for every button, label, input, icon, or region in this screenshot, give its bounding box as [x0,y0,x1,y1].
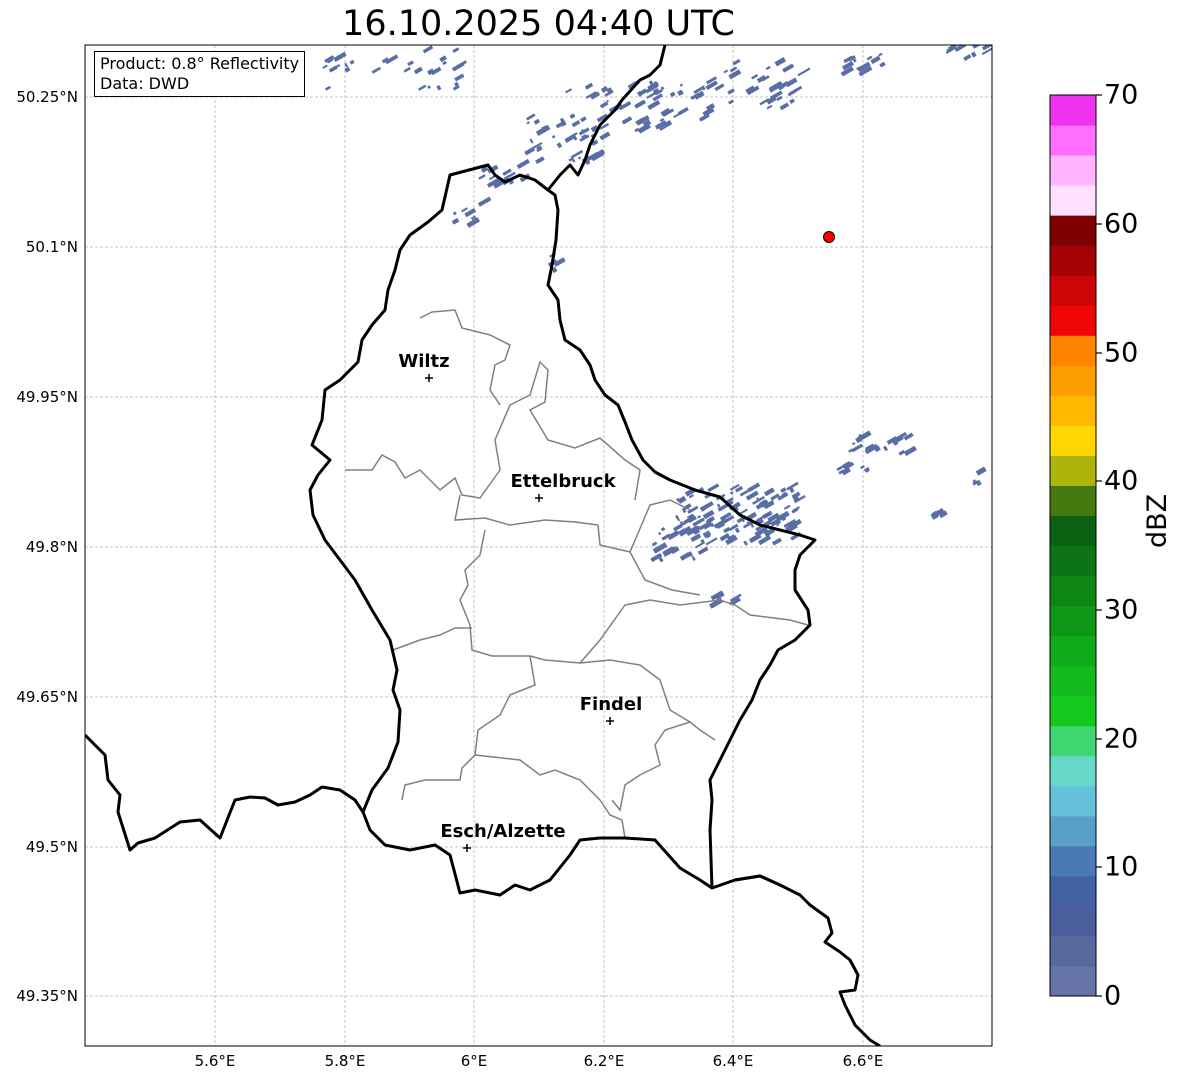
lat-tick-label: 49.95°N [16,388,78,406]
lat-tick-label: 49.5°N [25,838,78,856]
colorbar-segment [1050,155,1096,186]
colorbar-segment [1050,395,1096,426]
colorbar-segment [1050,695,1096,727]
colorbar-segment [1050,635,1096,667]
colorbar-segment [1050,125,1096,156]
colorbar-segment [1050,545,1096,577]
colorbar-segment [1050,875,1096,907]
colorbar-segment [1050,575,1096,607]
colorbar-segment [1050,215,1096,246]
colorbar-segment [1050,665,1096,697]
lat-tick-label: 49.35°N [16,987,78,1005]
colorbar-tick-label: 20 [1104,723,1139,755]
product-label: Product: 0.8° Reflectivity [100,54,300,73]
colorbar-segment [1050,815,1096,847]
colorbar-segment [1050,965,1096,997]
colorbar-tick-label: 50 [1104,337,1139,369]
map-frame-bg [85,45,992,1046]
lon-tick-label: 5.6°E [194,1052,236,1070]
colorbar-tick-label: 0 [1104,980,1122,1012]
data-source-label: Data: DWD [100,74,190,93]
colorbar-segment [1050,275,1096,306]
lat-tick-label: 50.1°N [25,238,78,256]
colorbar-segment [1050,515,1096,546]
colorbar-segment [1050,935,1096,967]
colorbar-segment [1050,95,1096,126]
colorbar-segment [1050,305,1096,336]
product-info-box: Product: 0.8° Reflectivity Data: DWD [94,51,306,97]
lat-tick-label: 49.65°N [16,688,78,706]
colorbar-segment [1050,425,1096,456]
colorbar-segment [1050,605,1096,637]
colorbar-ticks [1096,94,1102,997]
lon-tick-label: 5.8°E [324,1052,366,1070]
colorbar-segment [1050,785,1096,817]
colorbar-segment [1050,185,1096,216]
city-label-esch-alzette: Esch/Alzette [440,821,566,842]
city-label-ettelbruck: Ettelbruck [510,471,616,492]
city-label-findel: Findel [579,694,643,715]
city-label-wiltz: Wiltz [398,351,450,372]
colorbar-segment [1050,725,1096,757]
colorbar-segment [1050,845,1096,877]
lat-tick-label: 49.8°N [25,538,78,556]
radar-map [84,44,1102,1047]
colorbar-segment [1050,455,1096,486]
lon-tick-label: 6.2°E [583,1052,625,1070]
colorbar-tick-label: 70 [1104,79,1139,111]
colorbar-segment [1050,905,1096,937]
colorbar-label: dBZ [1142,493,1173,548]
colorbar-segment [1050,245,1096,276]
lon-tick-label: 6.4°E [712,1052,754,1070]
colorbar-tick-label: 30 [1104,594,1139,626]
colorbar-tick-label: 10 [1104,851,1139,883]
target-marker [823,231,835,243]
colorbar-tick-label: 60 [1104,208,1139,240]
colorbar-segment [1050,485,1096,516]
colorbar-segment [1050,365,1096,396]
colorbar-segment [1050,755,1096,787]
colorbar-tick-label: 40 [1104,465,1139,497]
lat-tick-label: 50.25°N [16,88,78,106]
lon-tick-label: 6.6°E [842,1052,884,1070]
colorbar-segment [1050,335,1096,366]
lon-tick-label: 6°E [460,1052,488,1070]
colorbar [1050,95,1096,997]
